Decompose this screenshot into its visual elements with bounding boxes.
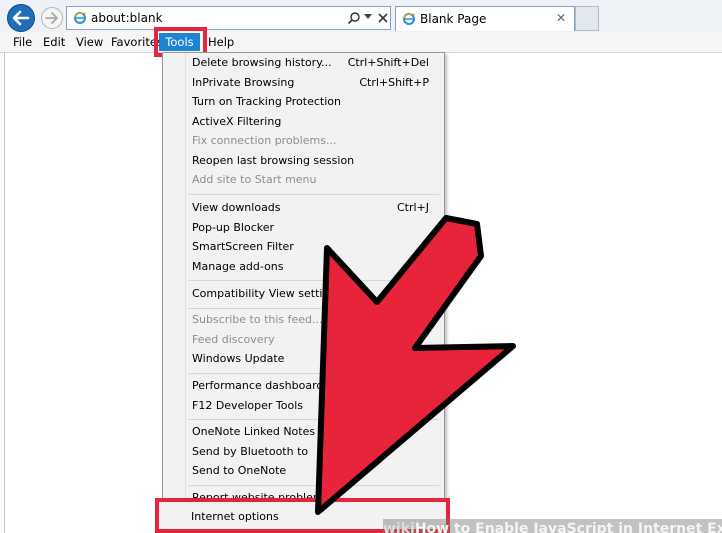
menu-item-label: Windows Update: [192, 352, 285, 365]
menu-item-label: Send by Bluetooth to: [192, 444, 309, 458]
menu-item-fix-connection-problems: Fix connection problems...: [192, 132, 437, 150]
menu-item-internet-options[interactable]: Internet options: [191, 509, 279, 525]
menu-item-label: Fix connection problems...: [192, 134, 337, 147]
address-bar[interactable]: about:blank: [66, 6, 391, 30]
ie-logo-icon: [402, 13, 416, 25]
refresh-icon[interactable]: [376, 11, 390, 25]
tools-dropdown-menu: Delete browsing history... Ctrl+Shift+Del…: [162, 52, 445, 533]
menu-item-label: Turn on Tracking Protection: [192, 95, 341, 108]
menu-item-shortcut: Ctrl+J: [396, 201, 429, 214]
menu-item-label: F12 Developer Tools: [192, 398, 303, 412]
tab-title: Blank Page: [420, 12, 487, 26]
menu-item-performance-dashboard[interactable]: Performance dashboard: [192, 377, 437, 395]
address-input[interactable]: about:blank: [91, 11, 163, 25]
search-icon[interactable]: [347, 11, 361, 25]
menu-item-add-site-to-start-menu: Add site to Start menu: [192, 171, 437, 189]
back-button[interactable]: [7, 4, 35, 32]
menu-item-inprivate-browsing[interactable]: InPrivate Browsing Ctrl+Shift+P: [192, 74, 437, 92]
menu-item-label: Send to OneNote: [192, 464, 287, 477]
forward-button[interactable]: [41, 7, 63, 29]
menu-separator: [189, 484, 439, 486]
menu-item-label: View downloads: [192, 201, 281, 214]
menu-separator: [189, 372, 439, 374]
menu-file[interactable]: File: [13, 35, 32, 49]
chevron-down-icon[interactable]: [364, 14, 372, 20]
menu-view[interactable]: View: [76, 35, 103, 49]
menu-item-label: ActiveX Filtering: [192, 114, 282, 128]
menu-item-feed-discovery: Feed discovery: [192, 331, 437, 349]
menu-item-delete-browsing-history[interactable]: Delete browsing history... Ctrl+Shift+Del: [192, 54, 437, 72]
menu-item-reopen-last-browsing-session[interactable]: Reopen last browsing session: [192, 152, 437, 170]
forward-arrow-icon: [45, 12, 58, 24]
menu-item-label: InPrivate Browsing: [192, 75, 295, 89]
wikihow-watermark: wikiHow to Enable JavaScript in Internet…: [383, 519, 722, 533]
menu-item-send-by-bluetooth-to[interactable]: Send by Bluetooth to: [192, 443, 437, 461]
menu-item-activex-filtering[interactable]: ActiveX Filtering: [192, 113, 437, 131]
menu-item-shortcut: Ctrl+Shift+P: [359, 75, 429, 89]
menu-item-label: SmartScreen Filter: [192, 240, 294, 253]
menu-help[interactable]: Help: [208, 35, 234, 49]
menu-item-label: Subscribe to this feed...: [192, 313, 323, 326]
menu-item-pop-up-blocker[interactable]: Pop-up Blocker: [192, 219, 437, 237]
menu-separator: [189, 280, 439, 281]
menu-item-subscribe-to-this-feed: Subscribe to this feed...: [192, 311, 437, 329]
menu-item-manage-add-ons[interactable]: Manage add-ons: [192, 258, 437, 276]
menu-separator: [189, 307, 439, 309]
watermark-title: How to Enable JavaScript in Internet Exp…: [414, 521, 722, 533]
menu-item-label: Reopen last browsing session: [192, 153, 355, 167]
ie-logo-icon: [73, 12, 87, 24]
new-tab-button[interactable]: [575, 6, 599, 31]
menu-item-windows-update[interactable]: Windows Update: [192, 350, 437, 368]
menu-item-smartscreen-filter[interactable]: SmartScreen Filter: [192, 238, 437, 256]
menu-item-label: Compatibility View settings: [192, 287, 343, 300]
menu-item-label: OneNote Linked Notes: [192, 425, 316, 438]
tab-blank-page[interactable]: Blank Page ✕: [395, 6, 575, 31]
menu-item-label: Feed discovery: [192, 332, 275, 346]
close-icon[interactable]: ✕: [556, 11, 566, 25]
menu-item-f12-developer-tools[interactable]: F12 Developer Tools: [192, 397, 437, 415]
menu-item-send-to-onenote[interactable]: Send to OneNote: [192, 462, 437, 480]
menu-item-label: Pop-up Blocker: [192, 220, 275, 234]
wikihow-logo: wiki: [383, 521, 415, 533]
menu-bar: File Edit View Favorites Tools Help: [0, 32, 722, 53]
menu-item-label: Add site to Start menu: [192, 173, 317, 186]
back-arrow-icon: [12, 10, 30, 26]
browser-toolbar: about:blank Blank Page ✕: [0, 0, 722, 32]
menu-item-view-downloads[interactable]: View downloads Ctrl+J: [192, 199, 437, 217]
menu-separator: [189, 193, 439, 195]
menu-gutter: [185, 53, 186, 532]
page-border: [4, 52, 5, 533]
menu-item-shortcut: Ctrl+Shift+Del: [347, 56, 429, 69]
menu-item-turn-on-tracking-protection[interactable]: Turn on Tracking Protection: [192, 93, 437, 111]
menu-item-label: Performance dashboard: [192, 379, 324, 392]
menu-item-onenote-linked-notes[interactable]: OneNote Linked Notes: [192, 423, 437, 441]
menu-item-compatibility-view-settings[interactable]: Compatibility View settings: [192, 285, 437, 303]
menu-item-label: Manage add-ons: [192, 259, 284, 273]
menu-item-label: Delete browsing history...: [192, 56, 332, 69]
menu-edit[interactable]: Edit: [43, 35, 65, 49]
menu-separator: [189, 419, 439, 420]
